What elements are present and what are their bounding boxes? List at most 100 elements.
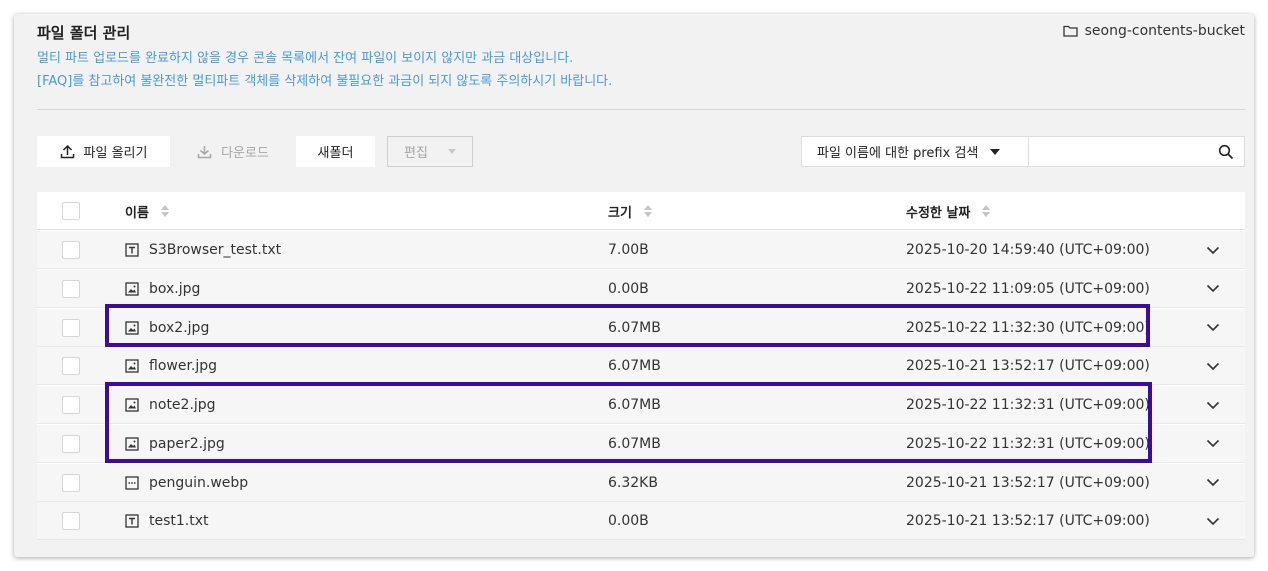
file-table: 이름 크기 수정한 날짜 S3Browser_test.txt 7.00B 2025… — [37, 192, 1245, 541]
file-date: 2025-10-22 11:09:05 (UTC+09:00) — [906, 280, 1150, 297]
file-date: 2025-10-20 14:59:40 (UTC+09:00) — [906, 242, 1150, 258]
download-label: 다운로드 — [221, 146, 269, 161]
file-name: note2.jpg — [149, 397, 216, 413]
image-file-icon — [125, 437, 139, 451]
search-box — [1028, 136, 1245, 167]
file-size: 0.00B — [608, 513, 649, 530]
table-header: 이름 크기 수정한 날짜 — [37, 192, 1245, 230]
column-date-label: 수정한 날짜 — [906, 205, 971, 221]
file-size: 0.00B — [608, 280, 649, 297]
file-date: 2025-10-21 13:52:17 (UTC+09:00) — [906, 474, 1150, 491]
file-name: test1.txt — [149, 513, 209, 530]
file-name: flower.jpg — [149, 358, 218, 375]
file-size: 6.07MB — [608, 397, 661, 413]
file-name-cell[interactable]: S3Browser_test.txt — [125, 231, 281, 269]
row-checkbox[interactable] — [62, 241, 80, 259]
file-date: 2025-10-22 11:32:31 (UTC+09:00) — [906, 435, 1150, 452]
file-date: 2025-10-22 11:32:31 (UTC+09:00) — [906, 397, 1150, 413]
table-row[interactable]: flower.jpg 6.07MB 2025-10-21 13:52:17 (UTC… — [37, 347, 1245, 386]
search-mode-select[interactable]: 파일 이름에 대한 prefix 검색 — [801, 136, 1029, 167]
generic-file-icon — [125, 475, 139, 490]
row-checkbox[interactable] — [62, 318, 80, 337]
bucket-label: seong-contents-bucket — [1062, 23, 1245, 39]
chevron-down-icon[interactable] — [1203, 270, 1223, 308]
chevron-down-icon[interactable] — [1203, 464, 1223, 502]
file-name-cell[interactable]: box2.jpg — [125, 309, 209, 347]
image-file-icon — [125, 398, 139, 412]
sort-icon — [982, 205, 991, 217]
file-name-cell[interactable]: paper2.jpg — [125, 425, 225, 463]
table-row[interactable]: test1.txt 0.00B 2025-10-21 13:52:17 (UTC+0… — [37, 502, 1245, 541]
file-size: 7.00B — [608, 242, 649, 258]
row-checkbox[interactable] — [62, 512, 80, 531]
column-date[interactable]: 수정한 날짜 — [906, 192, 991, 230]
table-row[interactable]: box2.jpg 6.07MB 2025-10-22 11:32:30 (UTC+0… — [37, 308, 1245, 347]
file-date: 2025-10-21 13:52:17 (UTC+09:00) — [906, 358, 1150, 375]
chevron-down-icon[interactable] — [1203, 502, 1223, 540]
row-checkbox[interactable] — [62, 396, 80, 414]
search-icon[interactable] — [1218, 144, 1234, 160]
file-name-cell[interactable]: box.jpg — [125, 270, 200, 308]
select-all-checkbox[interactable] — [62, 202, 80, 220]
table-row[interactable]: penguin.webp 6.32KB 2025-10-21 13:52:17 (U… — [37, 463, 1245, 502]
column-name[interactable]: 이름 — [125, 192, 169, 230]
chevron-down-icon[interactable] — [1203, 425, 1223, 463]
file-name: S3Browser_test.txt — [149, 242, 282, 258]
row-checkbox[interactable] — [62, 473, 80, 492]
chevron-down-icon[interactable] — [1203, 386, 1223, 424]
row-checkbox[interactable] — [62, 357, 80, 376]
upload-label: 파일 올리기 — [83, 146, 148, 161]
chevron-down-icon[interactable] — [1203, 309, 1223, 347]
file-size: 6.07MB — [608, 358, 661, 375]
upload-icon — [60, 144, 74, 159]
file-name-cell[interactable]: test1.txt — [125, 502, 209, 540]
upload-button[interactable]: 파일 올리기 — [37, 136, 170, 167]
edit-dropdown[interactable]: 편집 — [387, 136, 473, 167]
column-name-label: 이름 — [125, 205, 149, 221]
divider — [37, 109, 1245, 110]
file-name: penguin.webp — [149, 474, 249, 491]
search-mode-label: 파일 이름에 대한 prefix 검색 — [817, 146, 979, 161]
sort-icon — [160, 205, 169, 217]
file-size: 6.32KB — [608, 474, 658, 491]
text-file-icon — [125, 243, 139, 257]
row-checkbox[interactable] — [62, 279, 80, 298]
row-checkbox[interactable] — [62, 434, 80, 453]
chevron-down-icon[interactable] — [1203, 347, 1223, 385]
bucket-name: seong-contents-bucket — [1084, 23, 1245, 39]
caret-down-icon — [447, 149, 456, 154]
download-button[interactable]: 다운로드 — [174, 136, 292, 167]
column-size[interactable]: 크기 — [608, 192, 652, 230]
file-size: 6.07MB — [608, 319, 661, 336]
notice-line-2[interactable]: [FAQ]를 참고하여 불완전한 멀티파트 객체를 삭제하여 불필요한 과금이 … — [37, 70, 612, 89]
file-name: box.jpg — [149, 280, 201, 297]
file-name: box2.jpg — [149, 319, 210, 336]
text-file-icon — [125, 514, 139, 528]
file-name-cell[interactable]: penguin.webp — [125, 464, 248, 502]
file-folder-panel: 파일 폴더 관리 seong-contents-bucket 멀티 파트 업로드… — [14, 14, 1254, 557]
file-size: 6.07MB — [608, 435, 661, 452]
folder-icon — [1062, 25, 1078, 37]
file-date: 2025-10-21 13:52:17 (UTC+09:00) — [906, 513, 1150, 530]
new-folder-label: 새폴더 — [317, 146, 354, 161]
table-row[interactable]: note2.jpg 6.07MB 2025-10-22 11:32:31 (UTC+… — [37, 386, 1245, 424]
edit-label: 편집 — [404, 146, 428, 161]
download-icon — [197, 146, 212, 159]
file-date: 2025-10-22 11:32:30 (UTC+09:00) — [906, 319, 1150, 336]
image-file-icon — [125, 282, 139, 296]
file-name: paper2.jpg — [149, 435, 225, 452]
caret-down-icon — [990, 148, 1001, 155]
page-title: 파일 폴더 관리 — [37, 24, 131, 42]
notice-line-1: 멀티 파트 업로드를 완료하지 않을 경우 콘솔 목록에서 잔여 파일이 보이지… — [37, 51, 574, 66]
new-folder-button[interactable]: 새폴더 — [296, 136, 375, 167]
sort-icon — [643, 205, 652, 217]
file-name-cell[interactable]: flower.jpg — [125, 347, 217, 385]
search-input[interactable] — [1035, 141, 1205, 162]
table-row[interactable]: S3Browser_test.txt 7.00B 2025-10-20 14:59:… — [37, 231, 1245, 269]
chevron-down-icon[interactable] — [1203, 231, 1223, 269]
column-size-label: 크기 — [608, 205, 632, 221]
image-file-icon — [125, 359, 139, 373]
table-row[interactable]: box.jpg 0.00B 2025-10-22 11:09:05 (UTC+09:… — [37, 269, 1245, 308]
file-name-cell[interactable]: note2.jpg — [125, 386, 216, 424]
table-row[interactable]: paper2.jpg 6.07MB 2025-10-22 11:32:31 (UTC… — [37, 424, 1245, 463]
